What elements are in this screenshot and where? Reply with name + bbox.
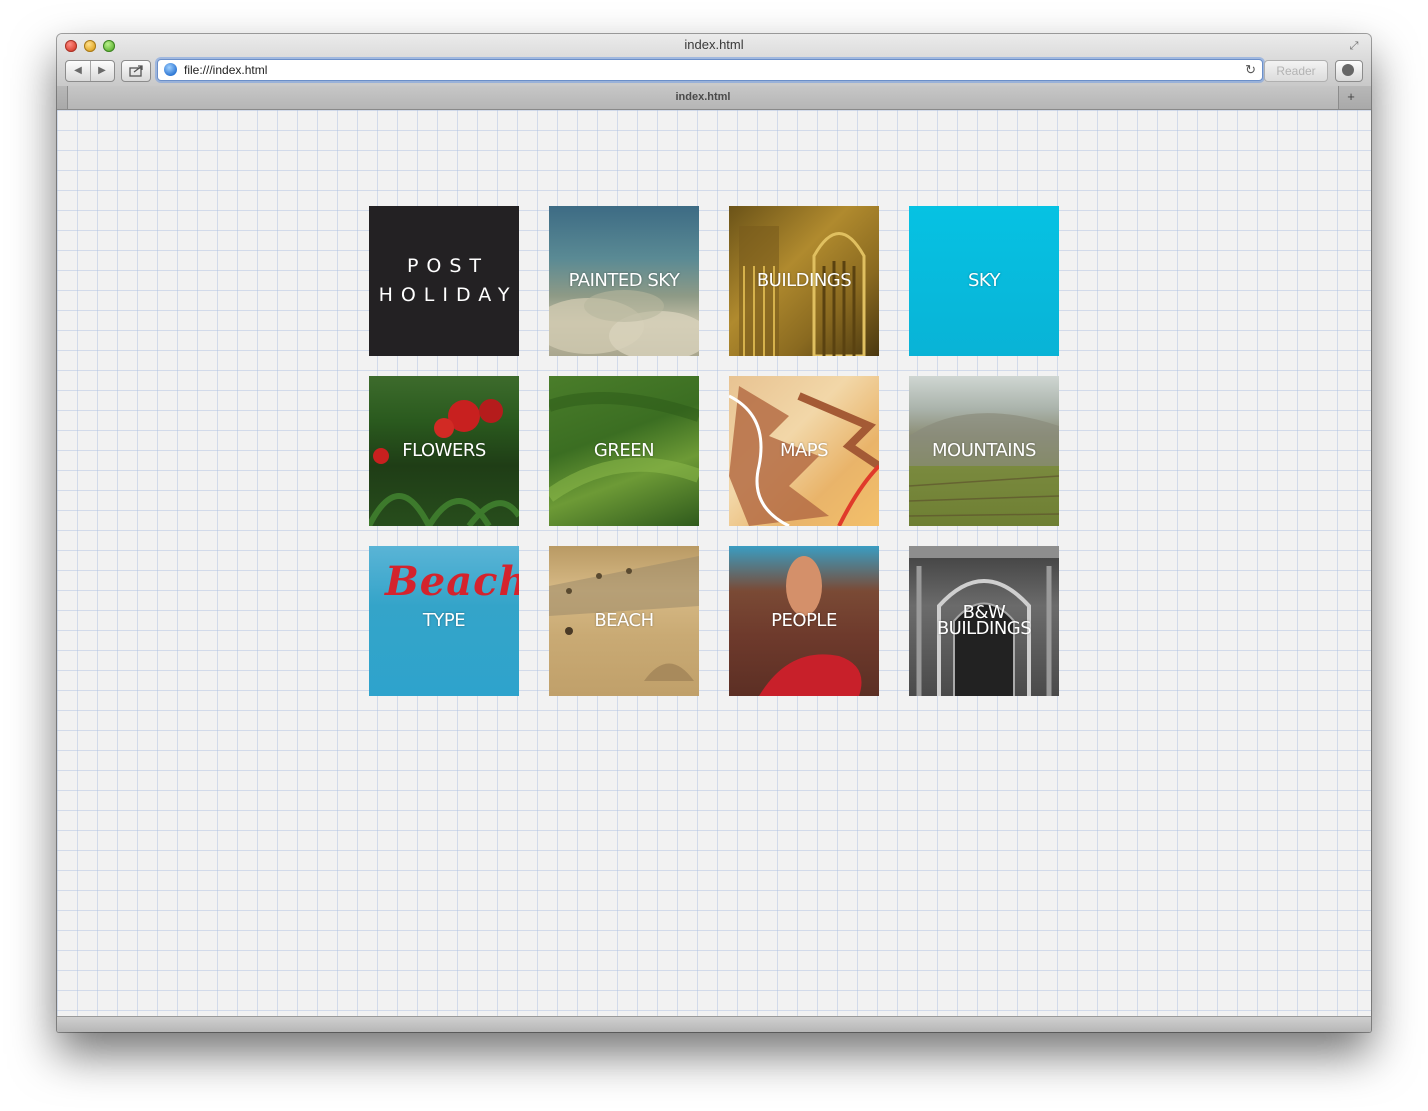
share-icon	[129, 65, 143, 77]
tile-type[interactable]: Beach TYPE	[369, 546, 519, 696]
share-button[interactable]	[121, 60, 151, 82]
new-tab-button[interactable]: +	[1339, 88, 1363, 106]
tile-label: BUILDINGS	[756, 270, 852, 291]
tile-label: FLOWERS	[402, 440, 486, 461]
tile-label: GREEN	[593, 440, 655, 461]
tile-label: BEACH	[594, 610, 654, 631]
tab-label: index.html	[675, 91, 731, 103]
page-content: POST HOLIDAY PAINTED SKY BUILDINGS SKY F…	[57, 110, 1371, 1016]
address-bar[interactable]: file:///index.html ↻	[157, 59, 1263, 81]
browser-window: index.html ⤢ ◀ ▶ file:///index.html ↻ Re…	[57, 34, 1371, 1032]
reload-icon[interactable]: ↻	[1245, 62, 1256, 78]
tile-mountains[interactable]: MOUNTAINS	[909, 376, 1059, 526]
tile-beach[interactable]: BEACH	[549, 546, 699, 696]
downloads-button[interactable]	[1335, 60, 1363, 82]
tile-sky[interactable]: SKY	[909, 206, 1059, 356]
tile-people[interactable]: PEOPLE	[729, 546, 879, 696]
tile-label: MAPS	[779, 440, 829, 461]
globe-icon	[164, 63, 177, 76]
window-title: index.html	[684, 37, 744, 52]
reader-button[interactable]: Reader	[1264, 60, 1328, 82]
tile-flowers[interactable]: FLOWERS	[369, 376, 519, 526]
tab-strip: index.html +	[57, 86, 1371, 110]
status-bar	[57, 1016, 1371, 1032]
tile-label: PEOPLE	[771, 610, 837, 631]
tile-bw-buildings[interactable]: B&W BUILDINGS	[909, 546, 1059, 696]
download-icon	[1342, 64, 1354, 76]
forward-button[interactable]: ▶	[90, 61, 114, 81]
post-holiday-logo: POST HOLIDAY	[378, 255, 518, 306]
tile-maps[interactable]: MAPS	[729, 376, 879, 526]
tile-label: PAINTED SKY	[568, 270, 680, 291]
back-button[interactable]: ◀	[66, 61, 91, 81]
tile-post-holiday-logo[interactable]: POST HOLIDAY	[369, 206, 519, 356]
tile-label: B&W BUILDINGS	[936, 602, 1032, 639]
beach-script-lettering: Beach	[385, 558, 519, 605]
tile-painted-sky[interactable]: PAINTED SKY	[549, 206, 699, 356]
tile-label: SKY	[967, 270, 1001, 291]
browser-toolbar: index.html ⤢ ◀ ▶ file:///index.html ↻ Re…	[57, 34, 1371, 87]
tile-label: MOUNTAINS	[932, 440, 1036, 461]
address-input[interactable]: file:///index.html	[184, 63, 267, 77]
navigation-buttons: ◀ ▶	[65, 60, 115, 82]
tile-label: TYPE	[422, 610, 466, 631]
tile-buildings[interactable]: BUILDINGS	[729, 206, 879, 356]
fullscreen-icon[interactable]: ⤢	[1347, 39, 1361, 53]
tab-index[interactable]: index.html	[67, 86, 1339, 109]
tile-green[interactable]: GREEN	[549, 376, 699, 526]
